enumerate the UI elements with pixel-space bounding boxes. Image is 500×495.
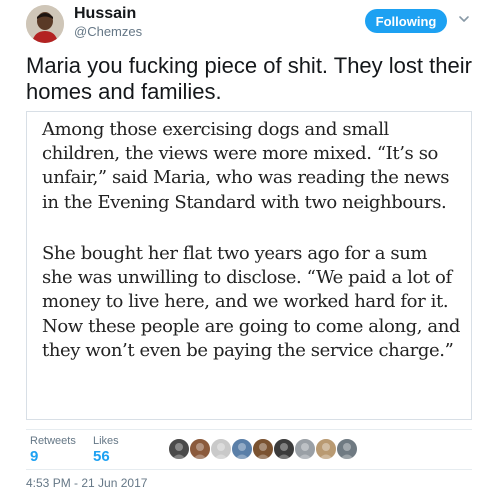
liker-avatar-icon[interactable] <box>231 438 253 460</box>
tweet-timestamp[interactable]: 4:53 PM - 21 Jun 2017 <box>26 476 147 490</box>
author-name[interactable]: Hussain <box>74 5 136 23</box>
quote-paragraph: Among those exercising dogs and small ch… <box>42 119 450 213</box>
likes-count[interactable]: 56 <box>93 448 110 465</box>
liker-avatar-icon[interactable] <box>315 438 337 460</box>
liker-avatar-icon[interactable] <box>168 438 190 460</box>
divider <box>26 469 472 470</box>
divider <box>26 429 472 430</box>
liker-avatar-icon[interactable] <box>273 438 295 460</box>
chevron-down-icon[interactable] <box>458 14 470 24</box>
liker-avatar-icon[interactable] <box>189 438 211 460</box>
likes-label: Likes <box>93 435 119 447</box>
tweet-text: Maria you fucking piece of shit. They lo… <box>26 53 472 104</box>
liker-avatar-icon[interactable] <box>294 438 316 460</box>
author-avatar[interactable] <box>26 5 64 43</box>
liker-avatar-icon[interactable] <box>210 438 232 460</box>
retweets-count[interactable]: 9 <box>30 448 38 465</box>
author-handle[interactable]: @Chemzes <box>74 24 142 39</box>
retweets-label: Retweets <box>30 435 76 447</box>
liker-avatar-icon[interactable] <box>252 438 274 460</box>
quoted-article-image[interactable]: Among those exercising dogs and small ch… <box>26 111 472 420</box>
liker-avatar-icon[interactable] <box>336 438 358 460</box>
quote-paragraph: She bought her flat two years ago for a … <box>42 243 461 361</box>
user-avatar-icon <box>26 5 64 43</box>
following-button[interactable]: Following <box>365 9 447 33</box>
